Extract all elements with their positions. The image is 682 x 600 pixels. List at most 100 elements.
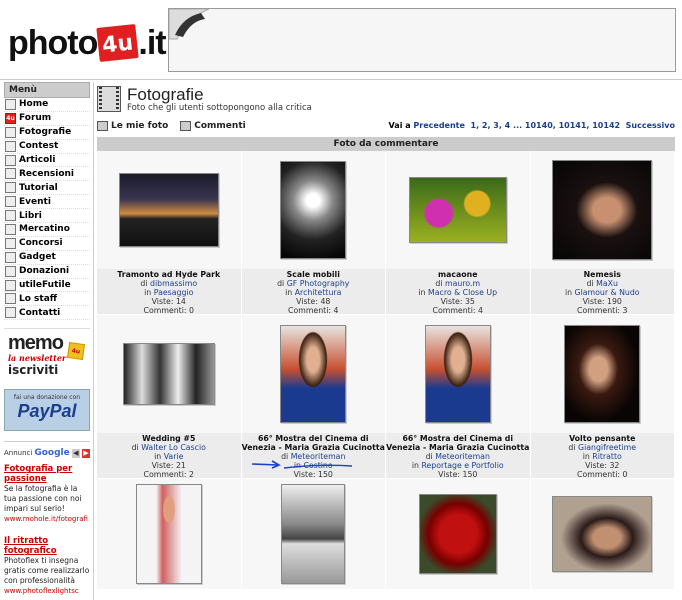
sidebar-item-label: Lo staff bbox=[19, 293, 58, 304]
photo-thumbnail[interactable] bbox=[122, 343, 215, 405]
photo-card bbox=[386, 479, 531, 590]
ads-header: Annunci Google ◀ ▶ bbox=[4, 441, 90, 458]
photo-title[interactable]: 66° Mostra del Cinema di Venezia - Maria… bbox=[242, 434, 386, 452]
photo-title[interactable]: macaone bbox=[386, 270, 530, 279]
photo-category[interactable]: Reportage e Portfolio bbox=[421, 461, 503, 470]
photo-category[interactable]: Architettura bbox=[295, 288, 342, 297]
ad-url[interactable]: www.mohole.it/fotografi bbox=[4, 514, 90, 524]
sidebar-item-forum[interactable]: 4u Forum bbox=[4, 112, 90, 126]
photo-title[interactable]: Nemesis bbox=[531, 270, 675, 279]
photo-title[interactable]: Tramonto ad Hyde Park bbox=[97, 270, 241, 279]
photo-thumbnail[interactable] bbox=[424, 325, 491, 423]
paypal-donate-button[interactable]: fai una donazione con PayPal bbox=[4, 389, 90, 432]
header-divider bbox=[0, 79, 682, 80]
photo-views: 32 bbox=[609, 461, 620, 470]
photo-author[interactable]: Meteoriteman bbox=[435, 452, 490, 461]
photo-author[interactable]: dibmassimo bbox=[150, 279, 197, 288]
photo-thumbnail[interactable] bbox=[564, 325, 641, 423]
photo-caption: 66° Mostra del Cinema di Venezia - Maria… bbox=[241, 433, 386, 488]
site-header: photo 4u .it bbox=[0, 0, 682, 78]
ads-next-icon[interactable]: ▶ bbox=[81, 448, 90, 458]
sidebar-item-label: Fotografie bbox=[19, 127, 72, 138]
photo-category[interactable]: Varie bbox=[164, 452, 184, 461]
page-title-row: Fotografie Foto che gli utenti sottopong… bbox=[97, 84, 675, 114]
logo-text-right: .it bbox=[138, 24, 166, 62]
camera-icon bbox=[97, 121, 108, 131]
photo-comments: 0 bbox=[189, 306, 194, 315]
ad-item[interactable]: Il ritratto fotografico Photoflex ti ins… bbox=[4, 536, 90, 596]
photo-author[interactable]: MaXu bbox=[596, 279, 618, 288]
sidebar-item-utilefutile[interactable]: utileFutile bbox=[4, 279, 90, 293]
photo-category[interactable]: Ritratto bbox=[592, 452, 622, 461]
sidebar-item-libri[interactable]: Libri bbox=[4, 209, 90, 224]
pager-next[interactable]: Successivo bbox=[626, 121, 675, 130]
sidebar-item-fotografie[interactable]: Fotografie bbox=[4, 126, 90, 140]
photo-card: Volto pensante di Giangifreetime in Ritrat… bbox=[530, 315, 675, 479]
photo-thumbnail[interactable] bbox=[418, 494, 497, 574]
pager-prev[interactable]: Precedente bbox=[413, 121, 465, 130]
views-label: Viste: bbox=[151, 461, 174, 470]
ads-prev-icon[interactable]: ◀ bbox=[71, 448, 80, 458]
photo-category[interactable]: Macro & Close Up bbox=[428, 288, 497, 297]
photo-thumbnail[interactable] bbox=[135, 484, 202, 584]
sidebar-item-lo-staff[interactable]: Lo staff bbox=[4, 292, 90, 307]
newsletter-banner[interactable]: memo la newsletter iscriviti 4u bbox=[4, 328, 90, 383]
photo-category[interactable]: Costino bbox=[303, 461, 332, 470]
sidebar-item-label: Eventi bbox=[19, 196, 51, 207]
photo-title[interactable]: Volto pensante bbox=[531, 434, 675, 443]
header-banner[interactable] bbox=[168, 8, 676, 72]
my-photos-link[interactable]: Le mie foto bbox=[97, 121, 168, 131]
sidebar-item-eventi[interactable]: Eventi bbox=[4, 195, 90, 210]
photo-thumbnail[interactable] bbox=[552, 496, 653, 572]
sidebar-item-donazioni[interactable]: Donazioni bbox=[4, 265, 90, 279]
photo-author[interactable]: Walter Lo Cascio bbox=[141, 443, 206, 452]
photo-frame bbox=[241, 151, 385, 269]
photo-card: Nemesis di MaXu in Glamour & Nudo Viste: 19… bbox=[530, 151, 675, 315]
sidebar-item-articoli[interactable]: Articoli bbox=[4, 154, 90, 168]
photo-author[interactable]: mauro.m bbox=[445, 279, 480, 288]
photo-grid: Tramonto ad Hyde Park di dibmassimo in Pae… bbox=[97, 151, 675, 590]
photo-thumbnail[interactable] bbox=[552, 160, 653, 260]
market-icon bbox=[5, 223, 16, 235]
photo-title[interactable]: Scale mobili bbox=[242, 270, 386, 279]
sidebar-item-tutorial[interactable]: Tutorial bbox=[4, 181, 90, 196]
my-photos-label: Le mie foto bbox=[111, 121, 169, 131]
sidebar-item-contest[interactable]: Contest bbox=[4, 140, 90, 154]
sidebar-item-mercatino[interactable]: Mercatino bbox=[4, 223, 90, 237]
ad-item[interactable]: Fotografia per passione Se la fotografia… bbox=[4, 464, 90, 524]
menu-list: Home 4u Forum Fotografie Contest Articoli Rece… bbox=[4, 98, 90, 321]
ad-title[interactable]: Fotografia per passione bbox=[4, 464, 90, 484]
by-label: di bbox=[586, 279, 594, 288]
contest-icon bbox=[5, 140, 16, 152]
sidebar-divider bbox=[93, 82, 94, 600]
ad-title[interactable]: Il ritratto fotografico bbox=[4, 536, 90, 556]
photo-frame bbox=[530, 315, 674, 433]
photo-author[interactable]: Meteoriteman bbox=[291, 452, 346, 461]
photo-thumbnail[interactable] bbox=[118, 173, 219, 247]
photo-author[interactable]: GF Photography bbox=[287, 279, 350, 288]
photo-thumbnail[interactable] bbox=[281, 484, 346, 584]
sidebar-item-contatti[interactable]: Contatti bbox=[4, 306, 90, 321]
photo-title[interactable]: 66° Mostra del Cinema di Venezia - Maria… bbox=[386, 434, 530, 452]
sidebar-item-recensioni[interactable]: Recensioni bbox=[4, 167, 90, 182]
site-logo[interactable]: photo 4u .it bbox=[8, 10, 167, 62]
sidebar-item-concorsi[interactable]: Concorsi bbox=[4, 237, 90, 251]
photo-thumbnail[interactable] bbox=[408, 177, 507, 243]
sidebar-item-home[interactable]: Home bbox=[4, 98, 90, 112]
photo-category[interactable]: Paesaggio bbox=[154, 288, 194, 297]
ad-url[interactable]: www.photoflexlightsc bbox=[4, 586, 90, 596]
photo-thumbnail[interactable] bbox=[280, 161, 347, 259]
paypal-logo: PayPal bbox=[17, 401, 77, 422]
photo-category[interactable]: Glamour & Nudo bbox=[575, 288, 640, 297]
toolbar: Le mie foto Commenti Vai a Precedente 1,… bbox=[97, 118, 675, 134]
comments-link[interactable]: Commenti bbox=[180, 121, 246, 131]
photo-views: 21 bbox=[175, 461, 186, 470]
photo-caption: macaone di mauro.m in Macro & Close Up Vist… bbox=[386, 269, 530, 315]
photo-frame bbox=[241, 479, 385, 589]
photo-title[interactable]: Wedding #5 bbox=[97, 434, 241, 443]
sidebar-item-gadget[interactable]: Gadget bbox=[4, 251, 90, 265]
comments-count-label: Commenti: bbox=[143, 306, 187, 315]
photo-thumbnail[interactable] bbox=[280, 325, 347, 423]
photo-author[interactable]: Giangifreetime bbox=[578, 443, 636, 452]
pager-pages[interactable]: 1, 2, 3, 4 ... 10140, 10141, 10142 bbox=[471, 121, 621, 130]
